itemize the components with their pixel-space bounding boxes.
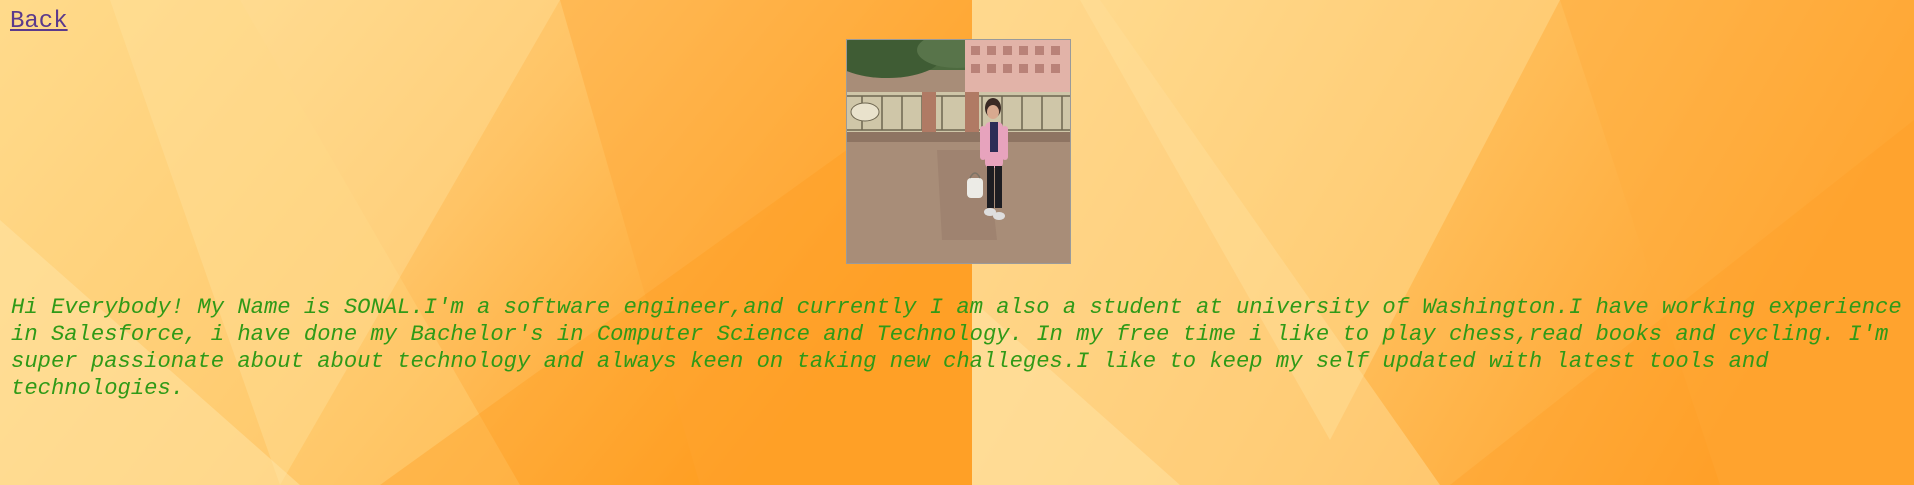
profile-bio: Hi Everybody! My Name is SONAL.I'm a sof… bbox=[11, 295, 1902, 401]
back-link[interactable]: Back bbox=[10, 10, 68, 34]
profile-photo bbox=[846, 39, 1071, 264]
